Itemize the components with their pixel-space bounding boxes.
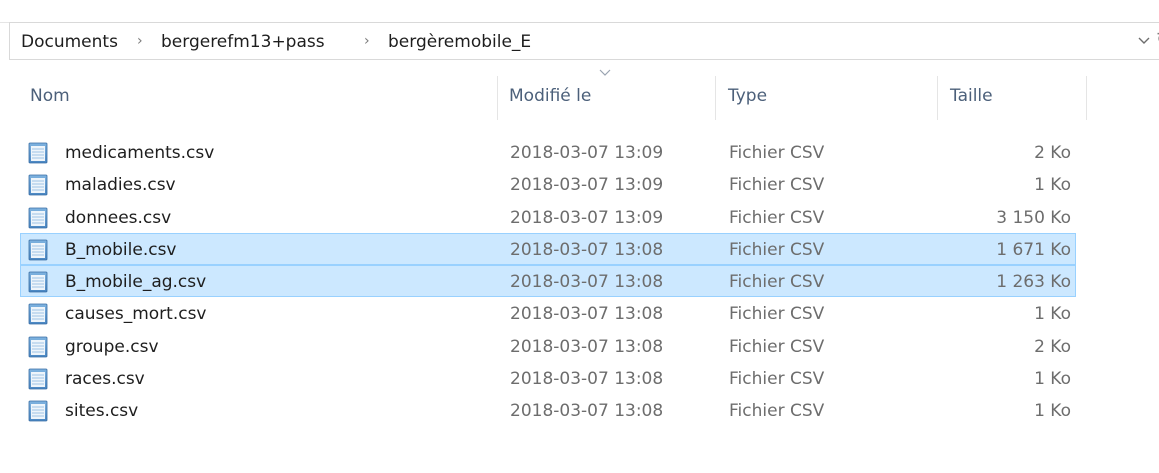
column-header-modified[interactable]: Modifié le (509, 86, 591, 106)
file-type: Fichier CSV (729, 175, 825, 195)
column-divider[interactable] (497, 76, 498, 120)
file-type: Fichier CSV (729, 337, 825, 357)
file-name: B_mobile.csv (65, 240, 177, 260)
csv-file-icon (27, 271, 49, 293)
csv-file-icon (27, 239, 49, 261)
file-size: 2 Ko (1034, 337, 1071, 357)
column-divider[interactable] (1086, 76, 1087, 120)
file-row[interactable]: sites.csv 2018-03-07 13:08 Fichier CSV 1 Ko (20, 394, 1076, 426)
file-row[interactable]: medicaments.csv 2018-03-07 13:09 Fichier C… (20, 136, 1076, 168)
file-size: 1 263 Ko (996, 272, 1071, 292)
file-name: donnees.csv (65, 208, 172, 228)
file-type: Fichier CSV (729, 240, 825, 260)
column-header-type[interactable]: Type (728, 86, 767, 106)
csv-file-icon (27, 174, 49, 196)
csv-file-icon (27, 368, 49, 390)
chevron-down-icon[interactable] (1137, 34, 1151, 48)
file-type: Fichier CSV (729, 272, 825, 292)
file-modified: 2018-03-07 13:08 (510, 240, 664, 260)
column-header-size[interactable]: Taille (950, 86, 993, 106)
file-modified: 2018-03-07 13:08 (510, 401, 664, 421)
file-name: B_mobile_ag.csv (65, 272, 207, 292)
csv-file-icon (27, 303, 49, 325)
file-modified: 2018-03-07 13:08 (510, 272, 664, 292)
column-divider[interactable] (715, 76, 716, 120)
file-modified: 2018-03-07 13:08 (510, 304, 664, 324)
file-type: Fichier CSV (729, 143, 825, 163)
column-divider[interactable] (937, 76, 938, 120)
file-size: 1 Ko (1034, 369, 1071, 389)
window-top-strip (0, 0, 1159, 23)
breadcrumb-item-bergerefm13[interactable]: bergerefm13+pass (161, 32, 325, 52)
file-row[interactable]: B_mobile.csv 2018-03-07 13:08 Fichier CSV 1… (20, 233, 1076, 265)
file-type: Fichier CSV (729, 208, 825, 228)
breadcrumb-item-documents[interactable]: Documents (21, 32, 118, 52)
file-modified: 2018-03-07 13:09 (510, 175, 664, 195)
file-size: 1 Ko (1034, 401, 1071, 421)
file-modified: 2018-03-07 13:08 (510, 337, 664, 357)
file-name: medicaments.csv (65, 143, 215, 163)
column-header-name[interactable]: Nom (30, 86, 70, 106)
file-modified: 2018-03-07 13:09 (510, 143, 664, 163)
breadcrumb-separator[interactable]: › (364, 33, 370, 49)
file-row[interactable]: donnees.csv 2018-03-07 13:09 Fichier CSV 3 … (20, 201, 1076, 233)
file-size: 1 671 Ko (996, 240, 1071, 260)
csv-file-icon (27, 207, 49, 229)
csv-file-icon (27, 336, 49, 358)
file-type: Fichier CSV (729, 304, 825, 324)
file-name: groupe.csv (65, 337, 159, 357)
file-modified: 2018-03-07 13:08 (510, 369, 664, 389)
csv-file-icon (27, 400, 49, 422)
file-name: maladies.csv (65, 175, 176, 195)
file-size: 1 Ko (1034, 175, 1071, 195)
breadcrumb-separator[interactable]: › (137, 33, 143, 49)
address-bar[interactable]: Documents › bergerefm13+pass › bergèremo… (9, 22, 1159, 60)
file-name: sites.csv (65, 401, 139, 421)
sort-caret-icon (599, 69, 611, 76)
file-row[interactable]: B_mobile_ag.csv 2018-03-07 13:08 Fichier C… (20, 265, 1076, 297)
file-type: Fichier CSV (729, 401, 825, 421)
file-type: Fichier CSV (729, 369, 825, 389)
file-size: 2 Ko (1034, 143, 1071, 163)
file-row[interactable]: races.csv 2018-03-07 13:08 Fichier CSV 1 Ko (20, 362, 1076, 394)
file-name: causes_mort.csv (65, 304, 207, 324)
file-size: 3 150 Ko (996, 208, 1071, 228)
file-modified: 2018-03-07 13:09 (510, 208, 664, 228)
file-row[interactable]: maladies.csv 2018-03-07 13:09 Fichier CSV 1… (20, 168, 1076, 200)
file-row[interactable]: causes_mort.csv 2018-03-07 13:08 Fichier C… (20, 297, 1076, 329)
file-size: 1 Ko (1034, 304, 1071, 324)
file-row[interactable]: groupe.csv 2018-03-07 13:08 Fichier CSV 2 K… (20, 330, 1076, 362)
csv-file-icon (27, 142, 49, 164)
file-name: races.csv (65, 369, 145, 389)
breadcrumb-item-bergeremobile[interactable]: bergèremobile_E (388, 32, 531, 52)
